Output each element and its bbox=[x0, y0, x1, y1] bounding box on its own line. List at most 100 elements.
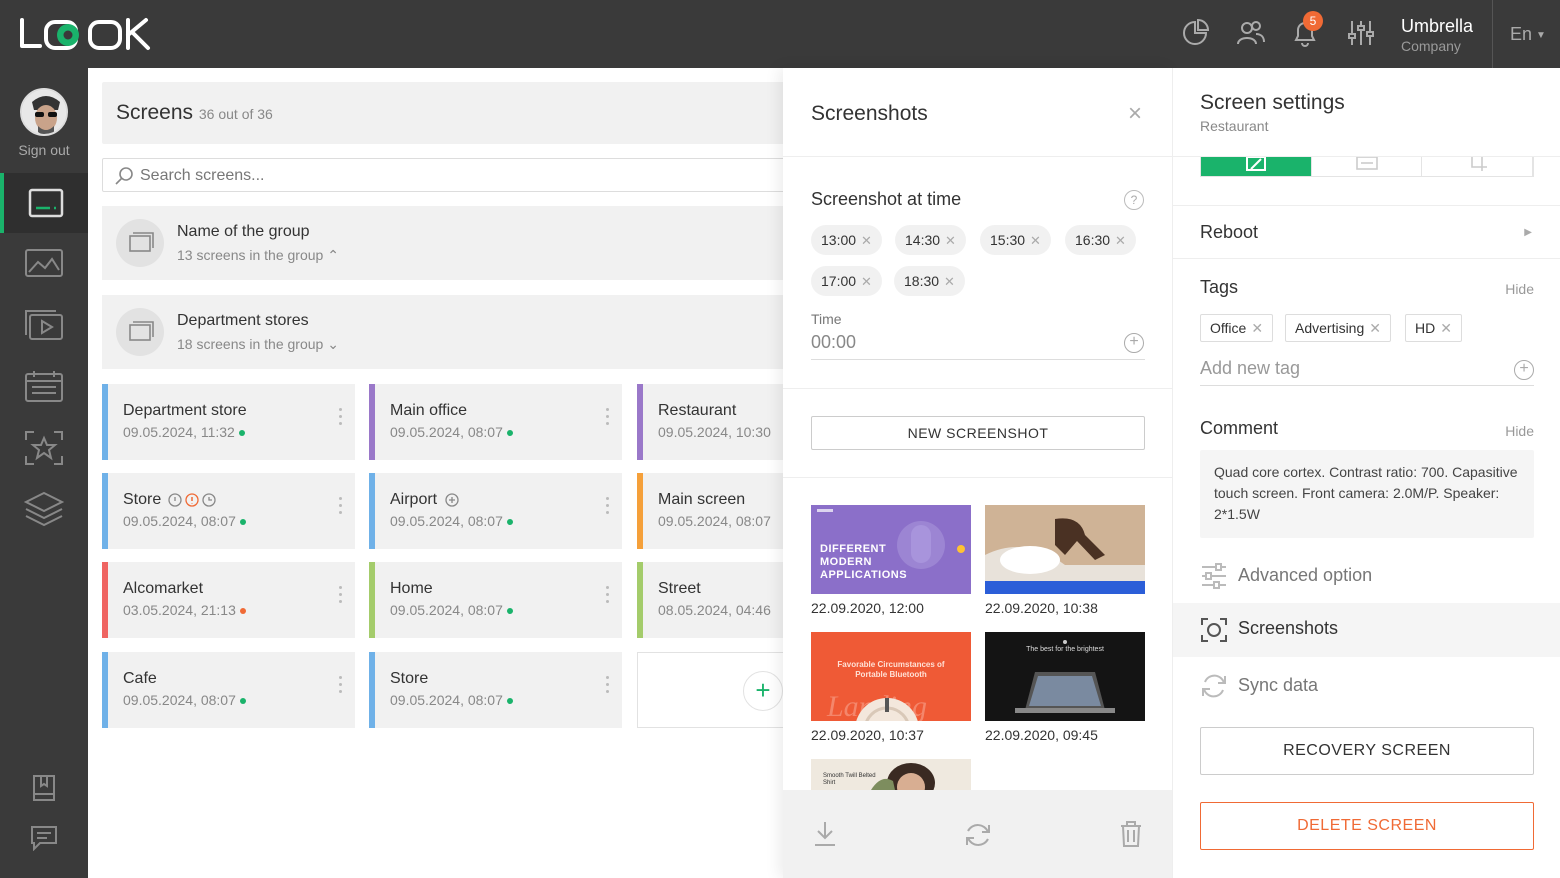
tab-resize[interactable] bbox=[1312, 156, 1423, 176]
sliders-icon[interactable] bbox=[1346, 18, 1376, 48]
search-input[interactable]: Search screens... bbox=[140, 167, 265, 185]
divider bbox=[1173, 205, 1560, 206]
more-menu-icon[interactable] bbox=[339, 586, 343, 607]
sync-data-row[interactable]: Sync data bbox=[1200, 671, 1560, 701]
screenshot-thumbnail[interactable]: DIFFERENT MODERN APPLICATIONS bbox=[811, 505, 971, 594]
chevron-right-icon[interactable]: ▶ bbox=[1524, 227, 1532, 238]
sidebar-item-support[interactable] bbox=[0, 808, 88, 868]
tab-crop[interactable] bbox=[1422, 157, 1534, 176]
sidebar-item-favorites[interactable] bbox=[0, 418, 88, 478]
add-tag-input[interactable]: Add new tag bbox=[1200, 358, 1534, 386]
screenshots-panel: Screenshots × Screenshot at time ? 13:00… bbox=[783, 68, 1172, 878]
screen-card[interactable]: Airport 09.05.2024, 08:07 bbox=[369, 473, 622, 549]
advanced-option-row[interactable]: Advanced option bbox=[1200, 561, 1560, 591]
chevron-down-icon[interactable]: ⌄ bbox=[327, 336, 339, 352]
add-tag-icon[interactable]: + bbox=[1514, 360, 1534, 380]
avatar[interactable] bbox=[20, 88, 68, 136]
settings-title: Screen settings bbox=[1200, 91, 1345, 114]
screen-card[interactable]: Alcomarket 03.05.2024, 21:13 bbox=[102, 562, 355, 638]
add-screen-button[interactable]: + bbox=[743, 671, 783, 711]
comment-title: Comment bbox=[1200, 418, 1279, 438]
time-chip[interactable]: 15:30 ✕ bbox=[980, 225, 1051, 255]
screen-name: Street bbox=[658, 580, 701, 597]
time-chip[interactable]: 14:30 ✕ bbox=[895, 225, 966, 255]
panel-title: Screenshots bbox=[811, 102, 928, 125]
reboot-row[interactable]: Reboot bbox=[1200, 222, 1258, 243]
screen-name: Store bbox=[123, 491, 216, 509]
group-icon bbox=[116, 308, 164, 356]
more-menu-icon[interactable] bbox=[339, 408, 343, 429]
more-menu-icon[interactable] bbox=[606, 676, 610, 697]
new-screenshot-button[interactable]: NEW SCREENSHOT bbox=[811, 416, 1145, 450]
trash-icon[interactable] bbox=[1119, 820, 1143, 848]
sidebar-item-layers[interactable] bbox=[0, 480, 88, 540]
time-label: Time bbox=[811, 311, 842, 327]
screenshot-thumbnail[interactable]: The best for the brightest bbox=[985, 632, 1145, 721]
screen-card[interactable]: Store 09.05.2024, 08:07 bbox=[102, 473, 355, 549]
screen-card[interactable]: Main office 09.05.2024, 08:07 bbox=[369, 384, 622, 460]
delete-screen-button[interactable]: DELETE SCREEN bbox=[1200, 802, 1534, 850]
sidebar-item-screens[interactable] bbox=[0, 173, 88, 233]
remove-tag-icon: ✕ bbox=[1251, 320, 1264, 336]
sidebar-item-playlist[interactable] bbox=[0, 295, 88, 355]
screenshot-thumbnail[interactable]: Landing Favorable Circumstances of Porta… bbox=[811, 632, 971, 721]
remove-icon: ✕ bbox=[944, 274, 955, 289]
close-icon[interactable]: × bbox=[1128, 100, 1142, 128]
analytics-icon[interactable] bbox=[1180, 18, 1210, 48]
look-logo[interactable] bbox=[18, 16, 158, 52]
schedule-icon bbox=[25, 371, 63, 402]
help-icon[interactable]: ? bbox=[1124, 190, 1144, 210]
screenshot-thumbnail[interactable]: Smooth Twill Belted Shirt bbox=[811, 759, 971, 790]
thumbnail-date: 22.09.2020, 10:37 bbox=[811, 727, 924, 743]
search-field[interactable]: Search screens... bbox=[102, 158, 792, 192]
screen-name: Main screen bbox=[658, 491, 746, 508]
more-menu-icon[interactable] bbox=[606, 497, 610, 518]
status-online-icon bbox=[506, 519, 513, 526]
screens-icon bbox=[28, 188, 64, 218]
refresh-icon[interactable] bbox=[963, 820, 993, 850]
screen-card[interactable]: Department store 09.05.2024, 11:32 bbox=[102, 384, 355, 460]
time-chip[interactable]: 16:30 ✕ bbox=[1065, 225, 1136, 255]
tag-chip[interactable]: Office ✕ bbox=[1200, 314, 1274, 342]
users-icon[interactable] bbox=[1236, 18, 1266, 48]
comment-hide-link[interactable]: Hide bbox=[1505, 423, 1534, 439]
remove-tag-icon: ✕ bbox=[1369, 320, 1381, 336]
more-menu-icon[interactable] bbox=[606, 408, 610, 429]
company-switcher[interactable]: Umbrella Company bbox=[1401, 16, 1473, 54]
screen-card[interactable]: Cafe 09.05.2024, 08:07 bbox=[102, 652, 355, 728]
avatar-image bbox=[22, 90, 66, 134]
time-chip[interactable]: 13:00 ✕ bbox=[811, 225, 882, 255]
time-input[interactable]: 00:00 bbox=[811, 332, 1145, 360]
screenshot-thumbnail[interactable] bbox=[985, 505, 1145, 594]
comment-text[interactable]: Quad core cortex. Contrast ratio: 700. C… bbox=[1200, 450, 1534, 538]
recovery-screen-button[interactable]: RECOVERY SCREEN bbox=[1200, 727, 1534, 775]
add-screen-card: + bbox=[637, 652, 797, 728]
time-chip[interactable]: 17:00 ✕ bbox=[811, 266, 882, 296]
more-menu-icon[interactable] bbox=[339, 676, 343, 697]
screen-card[interactable]: Store 09.05.2024, 08:07 bbox=[369, 652, 622, 728]
language-selector[interactable]: En ▼ bbox=[1510, 24, 1546, 45]
chevron-up-icon[interactable]: ⌃ bbox=[327, 247, 339, 263]
tab-edit[interactable] bbox=[1201, 156, 1312, 176]
tag-chip[interactable]: Advertising ✕ bbox=[1285, 314, 1391, 342]
tags-hide-link[interactable]: Hide bbox=[1505, 281, 1534, 297]
group-row[interactable]: Department stores 18 screens in the grou… bbox=[102, 295, 792, 369]
screen-name: Store bbox=[390, 670, 429, 687]
sidebar-item-images[interactable] bbox=[0, 233, 88, 293]
remove-icon: ✕ bbox=[861, 233, 872, 248]
company-label: Company bbox=[1401, 38, 1461, 54]
more-menu-icon[interactable] bbox=[339, 497, 343, 518]
screen-card[interactable]: Home 09.05.2024, 08:07 bbox=[369, 562, 622, 638]
add-time-icon[interactable]: + bbox=[1124, 333, 1144, 353]
tag-chip[interactable]: HD ✕ bbox=[1405, 314, 1462, 342]
sidebar-item-schedule[interactable] bbox=[0, 356, 88, 416]
group-name: Name of the group bbox=[177, 223, 310, 240]
screen-date: 09.05.2024, 08:07 bbox=[123, 692, 246, 708]
group-row[interactable]: Name of the group 13 screens in the grou… bbox=[102, 206, 792, 280]
time-chip[interactable]: 18:30 ✕ bbox=[894, 266, 965, 296]
more-menu-icon[interactable] bbox=[606, 586, 610, 607]
screenshots-row[interactable]: Screenshots bbox=[1173, 603, 1560, 657]
sign-out-link[interactable]: Sign out bbox=[0, 142, 88, 158]
company-name: Umbrella bbox=[1401, 16, 1474, 36]
download-icon[interactable] bbox=[813, 820, 837, 848]
